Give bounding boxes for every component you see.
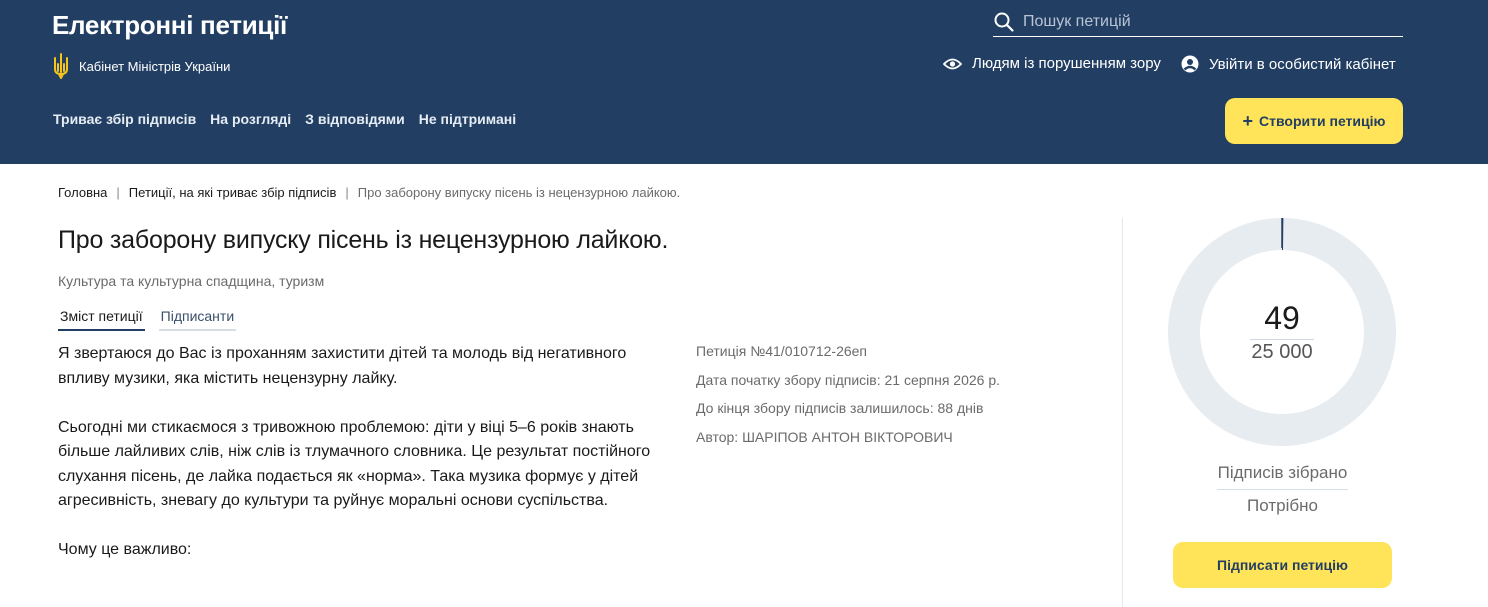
login-label: Увійти в особистий кабінет xyxy=(1209,55,1396,73)
breadcrumb-separator: | xyxy=(345,185,349,200)
petition-tabs: Зміст петиції Підписанти xyxy=(58,306,250,331)
nav-item-answered[interactable]: З відповідями xyxy=(305,111,405,127)
tab-signers[interactable]: Підписанти xyxy=(158,306,237,331)
breadcrumb: Головна | Петиції, на які триває збір пі… xyxy=(58,185,680,200)
create-petition-button[interactable]: + Створити петицію xyxy=(1225,98,1403,144)
gov-brand: Кабінет Міністрів України xyxy=(52,52,230,80)
page-title: Про заборону випуску пісень із нецензурн… xyxy=(58,226,669,254)
breadcrumb-separator: | xyxy=(116,185,120,200)
petition-category: Культура та культурна спадщина, туризм xyxy=(58,273,325,289)
signatures-collected-count: 49 xyxy=(1264,300,1300,336)
sign-petition-button[interactable]: Підписати петицію xyxy=(1173,542,1392,588)
breadcrumb-section[interactable]: Петиції, на які триває збір підписів xyxy=(129,185,337,200)
search-bar xyxy=(993,8,1403,37)
signatures-collected-label: Підписів зібрано xyxy=(1217,463,1348,482)
breadcrumb-home[interactable]: Головна xyxy=(58,185,107,200)
petition-body: Я звертаюся до Вас із проханням захистит… xyxy=(58,342,658,587)
trident-icon xyxy=(54,53,68,79)
tab-content[interactable]: Зміст петиції xyxy=(58,306,145,331)
site-title[interactable]: Електронні петиції xyxy=(52,10,287,41)
login-link[interactable]: Увійти в особистий кабінет xyxy=(1181,55,1396,73)
petition-paragraph: Чому це важливо: xyxy=(58,541,192,558)
count-divider xyxy=(1250,339,1314,340)
site-header: Електронні петиції Кабінет Міністрів Укр… xyxy=(0,0,1488,164)
petition-number: Петиція №41/010712-26еп xyxy=(696,343,868,359)
search-input[interactable] xyxy=(1023,13,1403,31)
gov-label: Кабінет Міністрів України xyxy=(79,58,231,74)
petition-remaining: До кінця збору підписів залишилось: 88 д… xyxy=(696,400,984,416)
petition-paragraph: Сьогодні ми стикаємося з тривожною пробл… xyxy=(58,418,651,510)
signatures-needed-label: Потрібно xyxy=(1247,496,1318,515)
plus-icon: + xyxy=(1242,111,1254,131)
petition-meta: Петиція №41/010712-26еп Дата початку збо… xyxy=(696,341,1000,455)
nav-item-collecting[interactable]: Триває збір підписів xyxy=(53,111,196,127)
user-icon xyxy=(1181,55,1199,73)
petition-author: Автор: ШАРІПОВ АНТОН ВІКТОРОВИЧ xyxy=(696,428,953,445)
accessibility-label: Людям із порушенням зору xyxy=(972,55,1161,72)
eye-icon xyxy=(943,58,962,69)
nav-item-not-supported[interactable]: Не підтримані xyxy=(419,111,516,127)
accessibility-link[interactable]: Людям із порушенням зору xyxy=(943,55,1161,72)
sidebar-divider xyxy=(1122,218,1123,607)
signatures-target-count: 25 000 xyxy=(1251,341,1313,363)
search-icon[interactable] xyxy=(993,11,1015,33)
main-nav: Триває збір підписів На розгляді З відпо… xyxy=(53,111,530,127)
labels-divider xyxy=(1217,489,1348,490)
petition-start-date: Дата початку збору підписів: 21 серпня 2… xyxy=(696,371,1001,388)
nav-item-under-review[interactable]: На розгляді xyxy=(210,111,291,127)
breadcrumb-current: Про заборону випуску пісень із нецензурн… xyxy=(357,185,681,200)
petition-paragraph: Я звертаюся до Вас із проханням захистит… xyxy=(58,345,627,387)
create-petition-label: Створити петицію xyxy=(1259,113,1386,129)
